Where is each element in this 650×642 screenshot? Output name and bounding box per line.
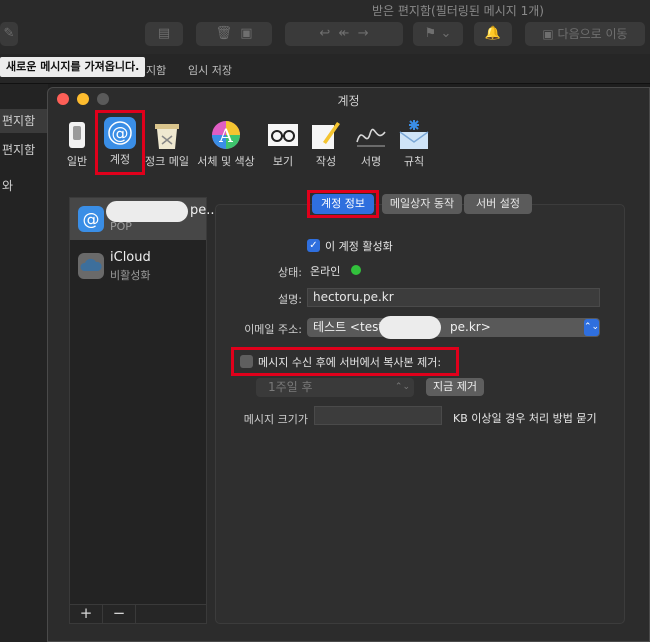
updown-chevron-icon: ⌃⌄ [394, 382, 410, 392]
account-type: POP [110, 220, 132, 233]
status-value: 온라인 [310, 265, 341, 278]
window-title: 계정 [337, 94, 360, 108]
move-to-next-button[interactable]: ▣ 다음으로 이동 [525, 22, 645, 46]
rules-envelope-icon [399, 120, 429, 149]
message-size-field[interactable] [314, 406, 442, 425]
at-sign-icon: @ [104, 117, 136, 149]
delete-button[interactable]: 🗑 ▣ [196, 22, 272, 46]
trash-bin-icon [155, 124, 179, 149]
remove-after-value: 1주일 후 [268, 380, 313, 394]
remove-after-popup[interactable]: 1주일 후 ⌃⌄ [256, 378, 414, 397]
account-name: iCloud [110, 250, 151, 265]
pref-tab-rules[interactable]: 규칙 [385, 112, 443, 172]
svg-text:A: A [218, 125, 233, 147]
sidebar-item-other[interactable]: 와 [0, 177, 13, 194]
compose-button[interactable]: ✎ [0, 22, 18, 46]
move-icon: ▣ [542, 27, 558, 41]
account-row-icloud[interactable]: iCloud 비활성화 [70, 245, 206, 287]
remove-copy-checkbox[interactable] [240, 355, 253, 368]
redacted-email [379, 316, 441, 339]
tab-account-info[interactable]: 계정 정보 [312, 194, 374, 214]
sidebar-item-inbox[interactable]: 편지함 [0, 109, 48, 133]
tab-mailbox[interactable]: 지함 [146, 62, 166, 78]
archive-button[interactable]: ▤ [145, 22, 183, 46]
redacted-account-name [106, 201, 188, 222]
reply-forward-buttons[interactable]: ↩ ↞ → [285, 22, 403, 46]
add-account-button[interactable]: + [70, 605, 103, 623]
email-address-label: 이메일 주소: [244, 323, 302, 336]
at-sign-icon: @ [78, 206, 104, 232]
svg-text:@: @ [83, 210, 100, 230]
window-titlebar: 계정 [48, 88, 649, 110]
status-label: 상태: [278, 266, 302, 279]
glasses-icon [268, 124, 298, 146]
email-address-popup[interactable]: 테스트 <test pe.kr> ⌃⌄ [307, 318, 600, 337]
mail-toolbar: 받은 편지함(필터링된 메시지 1개) ✎ ▤ 🗑 ▣ ↩ ↞ → ⚑ ⌄ 🔔 … [0, 0, 650, 54]
font-color-icon: A [212, 121, 240, 149]
online-status-dot [351, 265, 361, 275]
flag-button[interactable]: ⚑ ⌄ [413, 22, 463, 46]
signature-icon [356, 128, 386, 147]
enable-account-checkbox[interactable]: ✓ [307, 239, 320, 252]
tab-mailbox-behaviors[interactable]: 메일상자 동작 [382, 194, 462, 214]
message-size-label: 메시지 크기가 [243, 413, 308, 426]
sidebar-item-mailbox[interactable]: 편지함 [0, 141, 35, 158]
account-status: 비활성화 [110, 269, 151, 282]
updown-chevron-icon: ⌃⌄ [584, 319, 599, 336]
description-label: 설명: [278, 293, 302, 306]
cloud-icon [78, 253, 104, 279]
tab-drafts[interactable]: 임시 저장 [188, 62, 232, 78]
message-size-suffix: KB 이상일 경우 처리 방법 묻기 [453, 412, 597, 425]
account-row-pop[interactable]: @ pe.... POP [70, 198, 223, 240]
tab-server-settings[interactable]: 서버 설정 [464, 194, 532, 214]
email-suffix: pe.kr> [450, 320, 491, 334]
email-prefix: 테스트 <test [313, 320, 384, 334]
description-field[interactable]: hectoru.pe.kr [307, 288, 600, 307]
checkmark-icon: ✓ [309, 240, 318, 251]
accounts-preferences-window: 계정 일반 @ 계정 정크 메일 A 서체 및 색상 보기 작성 서명 규칙 @ [47, 87, 650, 642]
pref-tab-rules-label: 규칙 [403, 155, 425, 168]
remove-now-button[interactable]: 지금 제거 [426, 378, 484, 396]
bell-button[interactable]: 🔔 [474, 22, 512, 46]
switch-icon [69, 122, 85, 148]
svg-text:@: @ [112, 124, 129, 144]
enable-account-label: 이 계정 활성화 [325, 240, 393, 253]
accounts-list: @ pe.... POP iCloud 비활성화 [69, 197, 223, 605]
remove-account-button[interactable]: − [103, 605, 136, 623]
pencil-icon [312, 122, 340, 149]
accounts-list-footer: + − [69, 604, 207, 624]
mail-window-title: 받은 편지함(필터링된 메시지 1개) [372, 4, 544, 18]
fetch-mail-tooltip: 새로운 메시지를 가져옵니다. [0, 57, 146, 77]
remove-copy-label: 메시지 수신 후에 서버에서 복사본 제거: [258, 356, 442, 369]
